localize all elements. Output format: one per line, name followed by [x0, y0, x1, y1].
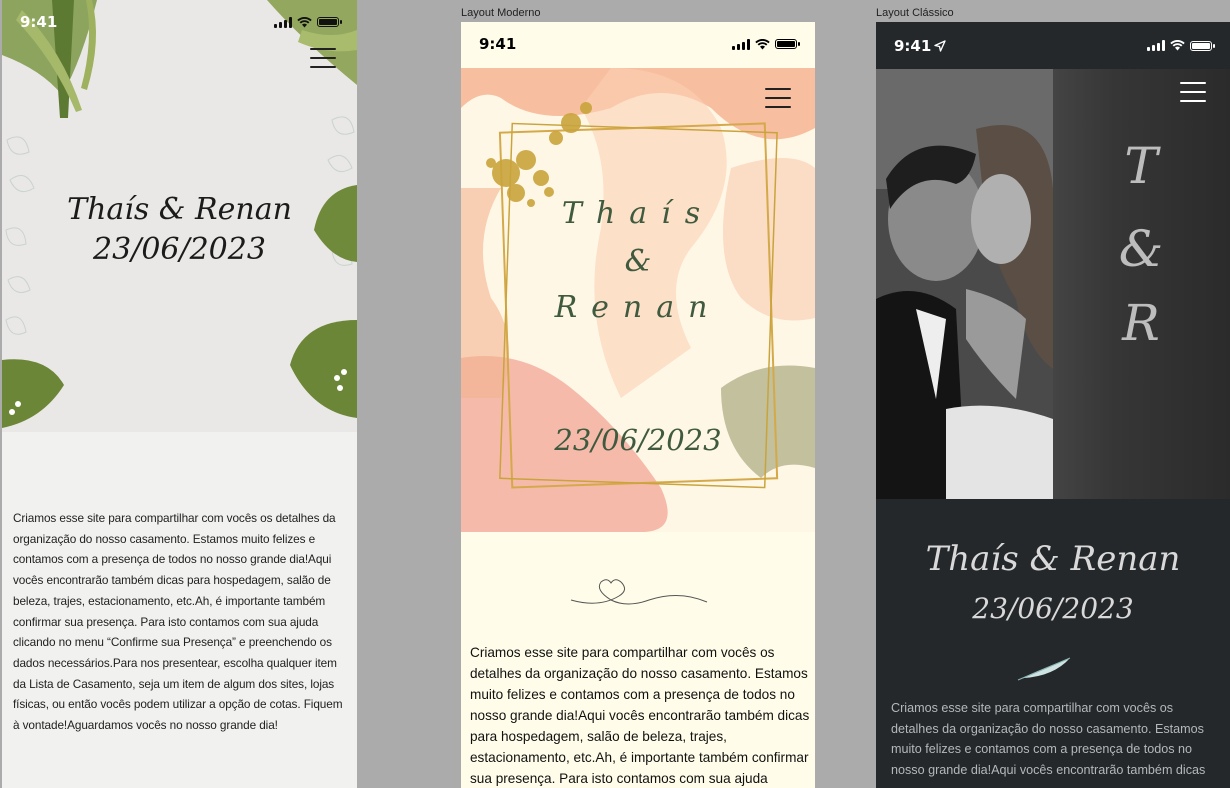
phone-classic-layout: T & R 9:41 Thaís & Renan 23/06/2023 Cria…: [876, 22, 1230, 788]
couple-names: Thaís & Renan: [925, 539, 1181, 579]
hamburger-menu-icon[interactable]: [310, 48, 336, 68]
wifi-icon: [1170, 40, 1185, 51]
status-bar: 9:41: [461, 22, 815, 66]
status-time: 9:41: [894, 36, 932, 55]
wifi-icon: [755, 38, 770, 49]
monogram-ampersand: &: [1118, 220, 1164, 278]
couple-name-second: Renan: [554, 290, 722, 325]
phone-tropical-layout: Thaís & Renan 23/06/2023 9:41 Criamos es…: [2, 0, 357, 788]
monogram-initial-r: R: [1122, 294, 1160, 352]
couple-title: Thaís & Renan 23/06/2023: [2, 190, 357, 270]
couple-photo-illustration: [876, 69, 1053, 499]
couple-name-first: Thaís: [561, 196, 715, 231]
couple-title: Thaís & Renan 23/06/2023: [876, 534, 1230, 634]
hero-section: Thaís & Renan 23/06/2023: [2, 0, 357, 432]
status-bar: 9:41: [876, 22, 1230, 69]
battery-icon: [775, 39, 800, 49]
hero-section: Thaís & Renan 23/06/2023: [461, 68, 815, 532]
location-arrow-icon: [934, 39, 947, 52]
intro-paragraph: Criamos esse site para compartilhar com …: [891, 701, 1206, 777]
status-bar: 9:41: [2, 0, 357, 44]
signal-icon: [274, 16, 292, 28]
intro-paragraph: Criamos esse site para compartilhar com …: [470, 645, 810, 786]
monogram-panel: [1053, 69, 1230, 499]
wedding-date: 23/06/2023: [972, 592, 1134, 625]
couple-ampersand: &: [624, 244, 652, 279]
battery-icon: [1190, 40, 1215, 51]
couple-photo: [876, 69, 1053, 499]
status-time: 9:41: [479, 35, 517, 53]
wifi-icon: [297, 16, 312, 27]
frame-label-modern: Layout Moderno: [461, 7, 541, 19]
intro-paragraph: Criamos esse site para compartilhar com …: [13, 511, 343, 733]
feather-icon: [1017, 657, 1071, 681]
wedding-date: 23/06/2023: [93, 232, 266, 267]
battery-icon: [317, 17, 342, 27]
status-time: 9:41: [20, 13, 58, 31]
phone-modern-layout: Thaís & Renan 23/06/2023 9:41 Criamos es…: [461, 22, 815, 788]
hamburger-menu-icon[interactable]: [1180, 82, 1206, 102]
signal-icon: [1147, 40, 1165, 51]
couple-names: Thaís & Renan: [67, 192, 292, 227]
signal-icon: [732, 38, 750, 50]
heart-line-icon: [570, 579, 708, 605]
hamburger-menu-icon[interactable]: [765, 88, 791, 108]
monogram-initial-t: T: [1124, 137, 1158, 195]
wedding-date: 23/06/2023: [554, 423, 722, 457]
frame-label-classic: Layout Clássico: [876, 7, 954, 19]
